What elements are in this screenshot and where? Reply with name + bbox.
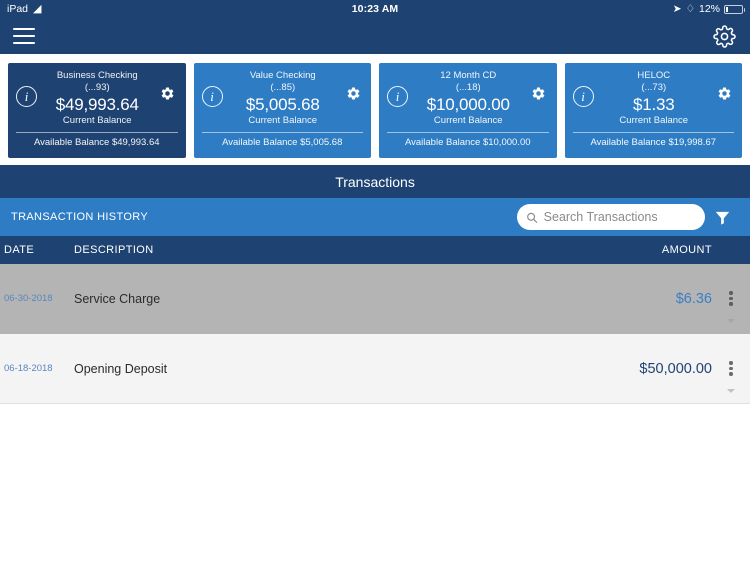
search-input[interactable] xyxy=(543,210,696,224)
transactions-toolbar: TRANSACTION HISTORY xyxy=(0,198,750,236)
transaction-amount: $50,000.00 xyxy=(639,360,712,377)
device-label: iPad xyxy=(7,3,29,15)
account-card-summary: Business Checking (...93) $49,993.64 Cur… xyxy=(37,70,158,127)
transaction-date: 06-30-2018 xyxy=(4,293,53,304)
account-balance: $1.33 xyxy=(632,95,675,114)
account-balance: $10,000.00 xyxy=(426,95,510,114)
battery-icon xyxy=(724,4,745,14)
chevron-down-icon[interactable] xyxy=(727,319,735,324)
transactions-table-body: 06-30-2018 Service Charge $6.36 06-18-20… xyxy=(0,264,750,404)
account-card-heloc[interactable]: i HELOC (...73) $1.33 Current Balance Av… xyxy=(564,63,742,158)
filter-funnel-icon[interactable] xyxy=(705,209,739,226)
gear-icon[interactable] xyxy=(158,86,178,101)
account-card-top: i Business Checking (...93) $49,993.64 C… xyxy=(16,70,178,127)
available-balance: Available Balance $5,005.68 xyxy=(222,137,343,148)
available-balance: Available Balance $19,998.67 xyxy=(590,137,717,148)
account-mask: (...85) xyxy=(270,81,296,93)
account-card-value-checking[interactable]: i Value Checking (...85) $5,005.68 Curre… xyxy=(193,63,371,158)
account-balance: $49,993.64 xyxy=(55,95,139,114)
transactions-table-header: DATE DESCRIPTION AMOUNT xyxy=(0,236,750,264)
account-name: 12 Month CD xyxy=(440,70,497,81)
account-balance-label: Current Balance xyxy=(433,115,503,126)
app-navigation-bar xyxy=(0,18,750,54)
account-card-summary: 12 Month CD (...18) $10,000.00 Current B… xyxy=(408,70,529,127)
hamburger-menu-icon[interactable] xyxy=(13,28,35,44)
info-icon[interactable]: i xyxy=(16,86,37,107)
account-card-business-checking[interactable]: i Business Checking (...93) $49,993.64 C… xyxy=(8,63,186,158)
account-balance-label: Current Balance xyxy=(248,115,318,126)
location-arrow-icon: ➤ xyxy=(672,3,682,15)
info-icon[interactable]: i xyxy=(201,86,223,107)
account-card-12-month-cd[interactable]: i 12 Month CD (...18) $10,000.00 Current… xyxy=(379,63,557,158)
available-balance: Available Balance $10,000.00 xyxy=(404,137,531,148)
account-name: HELOC xyxy=(637,70,671,81)
info-icon[interactable]: i xyxy=(572,86,594,107)
chevron-down-icon[interactable] xyxy=(727,389,735,394)
overflow-menu-icon[interactable] xyxy=(712,291,750,324)
column-header-description: DESCRIPTION xyxy=(74,244,154,256)
transaction-amount: $6.36 xyxy=(675,290,712,307)
account-mask: (...18) xyxy=(455,81,481,93)
transaction-description: Service Charge xyxy=(74,291,161,306)
status-bar-left: iPad ◢ xyxy=(7,3,41,15)
status-bar-clock: 10:23 AM xyxy=(351,3,399,15)
app-root: iPad ◢ 10:23 AM ➤ ♢ 12% i Business Check… xyxy=(0,0,750,562)
transaction-history-label: TRANSACTION HISTORY xyxy=(11,211,149,223)
ios-status-bar: iPad ◢ 10:23 AM ➤ ♢ 12% xyxy=(0,0,750,18)
battery-percent-label: 12% xyxy=(698,3,720,15)
gear-icon[interactable] xyxy=(529,86,549,101)
column-header-amount: AMOUNT xyxy=(661,244,712,256)
section-title-transactions: Transactions xyxy=(0,165,750,198)
account-card-top: i Value Checking (...85) $5,005.68 Curre… xyxy=(201,70,364,127)
account-name: Value Checking xyxy=(249,70,316,81)
transaction-date: 06-18-2018 xyxy=(4,363,53,374)
account-card-top: i 12 Month CD (...18) $10,000.00 Current… xyxy=(387,70,549,127)
overflow-menu-icon[interactable] xyxy=(712,361,750,394)
column-header-date: DATE xyxy=(4,244,35,256)
table-row[interactable]: 06-30-2018 Service Charge $6.36 xyxy=(0,264,750,334)
info-icon[interactable]: i xyxy=(387,86,408,107)
account-cards-row: i Business Checking (...93) $49,993.64 C… xyxy=(0,54,750,165)
account-card-summary: HELOC (...73) $1.33 Current Balance xyxy=(594,70,715,127)
transaction-description: Opening Deposit xyxy=(74,361,168,376)
account-mask: (...93) xyxy=(84,81,110,93)
account-mask: (...73) xyxy=(641,81,667,93)
gear-icon[interactable] xyxy=(343,86,363,101)
gear-icon[interactable] xyxy=(711,23,737,49)
status-bar-right: ➤ ♢ 12% xyxy=(672,3,745,15)
available-balance: Available Balance $49,993.64 xyxy=(33,137,160,148)
account-name: Business Checking xyxy=(56,70,138,81)
account-card-summary: Value Checking (...85) $5,005.68 Current… xyxy=(223,70,344,127)
account-balance-label: Current Balance xyxy=(619,115,689,126)
search-transactions-box[interactable] xyxy=(517,204,705,230)
account-card-top: i HELOC (...73) $1.33 Current Balance xyxy=(572,70,735,127)
bluetooth-icon: ♢ xyxy=(685,3,695,15)
account-balance-label: Current Balance xyxy=(62,115,132,126)
account-balance: $5,005.68 xyxy=(245,95,320,114)
table-row[interactable]: 06-18-2018 Opening Deposit $50,000.00 xyxy=(0,334,750,404)
gear-icon[interactable] xyxy=(714,86,734,101)
wifi-icon: ◢ xyxy=(33,2,42,15)
search-icon xyxy=(527,212,538,223)
